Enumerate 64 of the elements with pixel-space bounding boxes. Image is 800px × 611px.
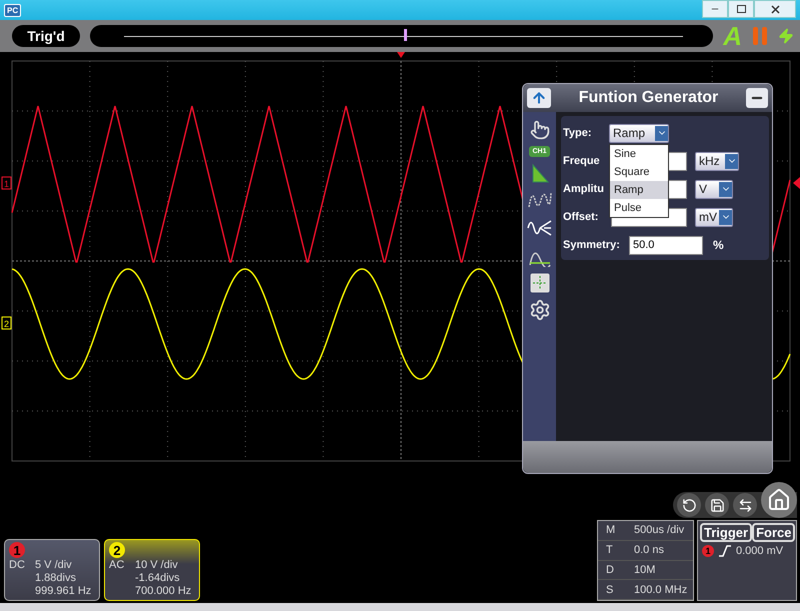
trigger-button[interactable]: Trigger <box>700 523 752 542</box>
home-icon <box>767 488 791 512</box>
save-button[interactable] <box>705 493 729 517</box>
coupling-label: DC <box>9 559 26 572</box>
setting-key: T <box>606 544 634 556</box>
channel-marker[interactable]: 2 <box>2 316 12 330</box>
frequency-value: 700.000 Hz <box>135 585 192 598</box>
channel-card[interactable]: 2 AC 10 V /div -1.64divs 700.000 Hz <box>104 539 200 601</box>
setting-key: M <box>606 524 634 536</box>
field-label: Symmetry: <box>563 239 621 251</box>
field-label: Freque <box>563 155 601 167</box>
save-icon <box>710 498 724 512</box>
setting-value: 10M <box>634 564 656 576</box>
setting-key: D <box>606 564 634 576</box>
force-button[interactable]: Force <box>752 523 796 542</box>
maximize-icon <box>736 5 746 13</box>
offset-value: -1.64divs <box>135 572 181 585</box>
unit-select[interactable]: kHz <box>695 152 739 170</box>
setting-value: 100.0 MHz <box>634 584 688 596</box>
minimize-button[interactable] <box>746 88 768 108</box>
channel-marker[interactable]: 1 <box>2 176 12 190</box>
rising-edge-icon <box>718 545 732 557</box>
reset-icon <box>682 498 696 512</box>
lightning-icon[interactable] <box>778 28 794 44</box>
arrow-up-icon <box>531 90 547 106</box>
field-label: Offset: <box>563 211 600 223</box>
trigger-level-marker[interactable] <box>793 177 800 189</box>
reset-button[interactable] <box>677 493 701 517</box>
input-field[interactable]: 50.0 <box>629 236 703 254</box>
swap-icon <box>738 498 752 512</box>
trigger-level: 0.000 mV <box>736 545 784 557</box>
app-logo: PC <box>4 4 22 16</box>
position-marker[interactable] <box>404 29 407 41</box>
unit-select[interactable]: mV <box>695 208 733 226</box>
close-icon <box>770 4 780 14</box>
trigger-source: 1 <box>702 545 714 557</box>
channel-number: 2 <box>109 542 125 558</box>
setting-key: S <box>606 584 634 596</box>
channel-number: 1 <box>9 542 25 558</box>
field-label: Type: <box>563 127 593 139</box>
setting-value: 500us /div <box>634 524 686 536</box>
trigger-status: Trig'd <box>12 25 80 47</box>
hand-pointer-icon[interactable] <box>530 120 550 140</box>
settings-icon[interactable] <box>528 299 550 321</box>
collapse-button[interactable] <box>527 88 551 108</box>
home-button[interactable] <box>761 482 797 518</box>
unit-select[interactable]: V <box>695 180 733 198</box>
frequency-value: 999.961 Hz <box>35 585 92 598</box>
dropdown-option[interactable]: Ramp <box>610 181 668 199</box>
triangle-ruler-icon[interactable] <box>530 163 548 183</box>
unit-label: % <box>713 238 724 252</box>
swap-button[interactable] <box>733 493 757 517</box>
type-select[interactable]: Ramp <box>609 124 669 142</box>
scale-value: 5 V /div <box>35 559 73 572</box>
panel-title: Funtion Generator <box>578 89 718 107</box>
channel-card[interactable]: 1 DC 5 V /div 1.88divs 999.961 Hz <box>4 539 100 601</box>
offset-value: 1.88divs <box>35 572 77 585</box>
scale-value: 10 V /div <box>135 559 179 572</box>
maximize-button[interactable] <box>728 0 754 18</box>
close-button[interactable] <box>754 0 796 18</box>
timeline-track[interactable] <box>90 25 714 47</box>
setting-value: 0.0 ns <box>634 544 665 556</box>
coupling-label: AC <box>109 559 126 572</box>
crosshair-icon[interactable] <box>530 273 550 293</box>
